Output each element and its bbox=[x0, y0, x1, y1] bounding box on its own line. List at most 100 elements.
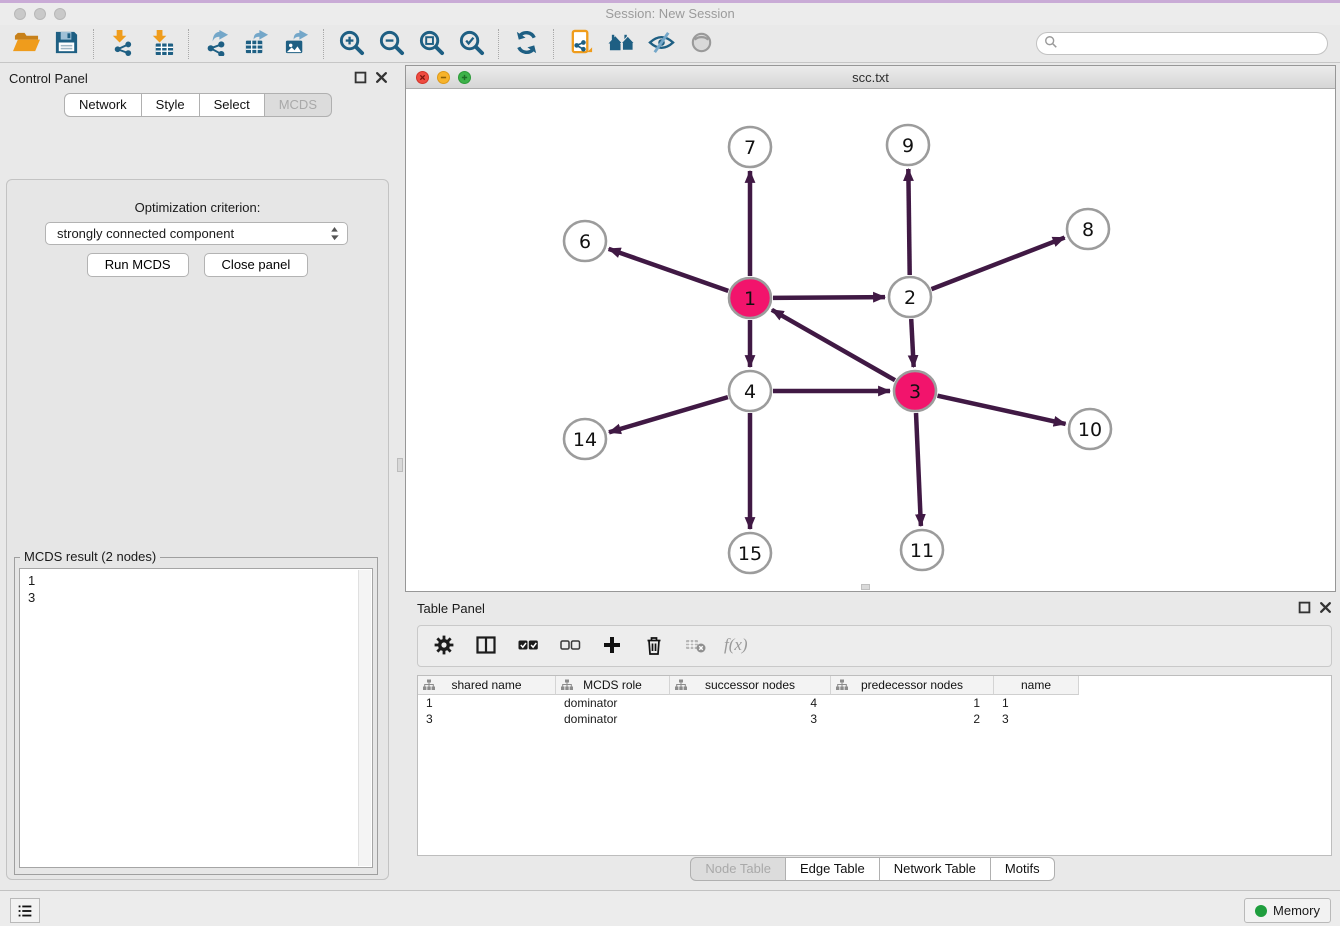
home-button[interactable] bbox=[601, 27, 641, 61]
node-8[interactable]: 8 bbox=[1067, 209, 1109, 249]
zoom-fit-button[interactable] bbox=[411, 27, 451, 61]
table-panel: Table Panel f(x) shared nameMCDS rolesuc… bbox=[405, 595, 1340, 888]
vertical-splitter-handle[interactable] bbox=[397, 458, 403, 472]
add-row-button[interactable] bbox=[598, 632, 626, 660]
show-panels-button[interactable] bbox=[10, 898, 40, 923]
optimization-criterion-label: Optimization criterion: bbox=[7, 200, 388, 215]
tab-motifs[interactable]: Motifs bbox=[991, 857, 1055, 881]
search-field[interactable] bbox=[1036, 32, 1328, 55]
node-10[interactable]: 10 bbox=[1069, 409, 1111, 449]
search-input[interactable] bbox=[1058, 35, 1327, 53]
node-1[interactable]: 1 bbox=[729, 278, 771, 318]
node-7[interactable]: 7 bbox=[729, 127, 771, 167]
cell-MCDS-role[interactable]: dominator bbox=[556, 711, 670, 727]
svg-text:6: 6 bbox=[579, 231, 591, 253]
node-14[interactable]: 14 bbox=[564, 419, 606, 459]
cell-shared-name[interactable]: 3 bbox=[418, 711, 556, 727]
network-canvas[interactable]: 7 9 6 8 1 2 4 3 14 10 15 11 bbox=[406, 89, 1335, 591]
close-panel-icon[interactable] bbox=[375, 71, 388, 84]
split-panel-button[interactable] bbox=[472, 632, 500, 660]
export-network-button[interactable] bbox=[196, 27, 236, 61]
tab-edge-table[interactable]: Edge Table bbox=[786, 857, 880, 881]
gear-button[interactable] bbox=[430, 632, 458, 660]
apply-layout-button[interactable] bbox=[506, 27, 546, 61]
clone-network-button[interactable] bbox=[561, 27, 601, 61]
delete-row-button[interactable] bbox=[640, 632, 668, 660]
clone-network-icon bbox=[568, 29, 595, 59]
zoom-in-button[interactable] bbox=[331, 27, 371, 61]
node-15[interactable]: 15 bbox=[729, 533, 771, 573]
import-network-button[interactable] bbox=[101, 27, 141, 61]
cell-name[interactable]: 1 bbox=[994, 695, 1079, 711]
select-all-button[interactable] bbox=[514, 632, 542, 660]
float-table-panel-icon[interactable] bbox=[1298, 601, 1311, 614]
open-folder-button[interactable] bbox=[6, 27, 46, 61]
memory-label: Memory bbox=[1273, 903, 1320, 918]
column-header-successor-nodes[interactable]: successor nodes bbox=[670, 676, 831, 695]
import-table-button[interactable] bbox=[141, 27, 181, 61]
cell-successor-nodes[interactable]: 4 bbox=[670, 695, 831, 711]
edge-1-6[interactable] bbox=[609, 249, 729, 291]
cell-predecessor-nodes[interactable]: 1 bbox=[831, 695, 994, 711]
deselect-all-button[interactable] bbox=[556, 632, 584, 660]
column-header-name[interactable]: name bbox=[994, 676, 1079, 695]
cell-predecessor-nodes[interactable]: 2 bbox=[831, 711, 994, 727]
save-session-button[interactable] bbox=[46, 27, 86, 61]
table-row[interactable]: 3dominator323 bbox=[418, 711, 1331, 727]
tab-select[interactable]: Select bbox=[200, 93, 265, 117]
table-row[interactable]: 1dominator411 bbox=[418, 695, 1331, 711]
close-table-panel-icon[interactable] bbox=[1319, 601, 1332, 614]
tab-mcds[interactable]: MCDS bbox=[265, 93, 332, 117]
tab-network-table[interactable]: Network Table bbox=[880, 857, 991, 881]
delete-row-icon bbox=[643, 634, 665, 659]
edge-3-11[interactable] bbox=[916, 413, 921, 526]
node-11[interactable]: 11 bbox=[901, 530, 943, 570]
svg-text:1: 1 bbox=[744, 288, 756, 310]
node-6[interactable]: 6 bbox=[564, 221, 606, 261]
import-table-icon bbox=[148, 29, 175, 59]
edge-3-1[interactable] bbox=[772, 310, 895, 380]
node-4[interactable]: 4 bbox=[729, 371, 771, 411]
memory-button[interactable]: Memory bbox=[1244, 898, 1331, 923]
edge-2-8[interactable] bbox=[931, 238, 1064, 290]
toolbar-separator bbox=[498, 29, 499, 59]
zoom-out-button[interactable] bbox=[371, 27, 411, 61]
optimization-criterion-select[interactable]: strongly connected component bbox=[45, 222, 348, 245]
cell-successor-nodes[interactable]: 3 bbox=[670, 711, 831, 727]
horizontal-splitter-handle[interactable] bbox=[861, 584, 870, 590]
column-header-predecessor-nodes[interactable]: predecessor nodes bbox=[831, 676, 994, 695]
edge-1-2[interactable] bbox=[773, 297, 885, 298]
export-network-icon bbox=[203, 29, 230, 59]
column-header-shared-name[interactable]: shared name bbox=[418, 676, 556, 695]
result-scrollbar[interactable] bbox=[358, 570, 371, 866]
network-window-titlebar[interactable]: scc.txt bbox=[406, 66, 1335, 89]
node-9[interactable]: 9 bbox=[887, 125, 929, 165]
tab-network[interactable]: Network bbox=[64, 93, 142, 117]
hide-panel-button[interactable] bbox=[641, 27, 681, 61]
zoom-selected-button[interactable] bbox=[451, 27, 491, 61]
delete-table-button bbox=[682, 632, 710, 660]
column-header-MCDS-role[interactable]: MCDS role bbox=[556, 676, 670, 695]
svg-text:4: 4 bbox=[744, 381, 756, 403]
run-mcds-button[interactable]: Run MCDS bbox=[87, 253, 189, 277]
eye-disabled-button[interactable] bbox=[681, 27, 721, 61]
select-stepper-icon bbox=[330, 226, 339, 241]
edge-2-3[interactable] bbox=[911, 319, 913, 367]
cell-name[interactable]: 3 bbox=[994, 711, 1079, 727]
cell-MCDS-role[interactable]: dominator bbox=[556, 695, 670, 711]
node-3[interactable]: 3 bbox=[894, 371, 936, 411]
close-panel-button[interactable]: Close panel bbox=[204, 253, 309, 277]
edge-3-10[interactable] bbox=[937, 396, 1065, 424]
float-panel-icon[interactable] bbox=[354, 71, 367, 84]
cell-shared-name[interactable]: 1 bbox=[418, 695, 556, 711]
control-panel-title: Control Panel bbox=[9, 71, 88, 86]
export-image-button[interactable] bbox=[276, 27, 316, 61]
edge-2-9[interactable] bbox=[908, 169, 909, 275]
tab-node-table[interactable]: Node Table bbox=[690, 857, 786, 881]
export-table-button[interactable] bbox=[236, 27, 276, 61]
edge-4-14[interactable] bbox=[609, 397, 728, 432]
svg-text:3: 3 bbox=[909, 381, 921, 403]
tab-style[interactable]: Style bbox=[142, 93, 200, 117]
mcds-result-area[interactable]: 1 3 bbox=[19, 568, 373, 868]
node-2[interactable]: 2 bbox=[889, 277, 931, 317]
